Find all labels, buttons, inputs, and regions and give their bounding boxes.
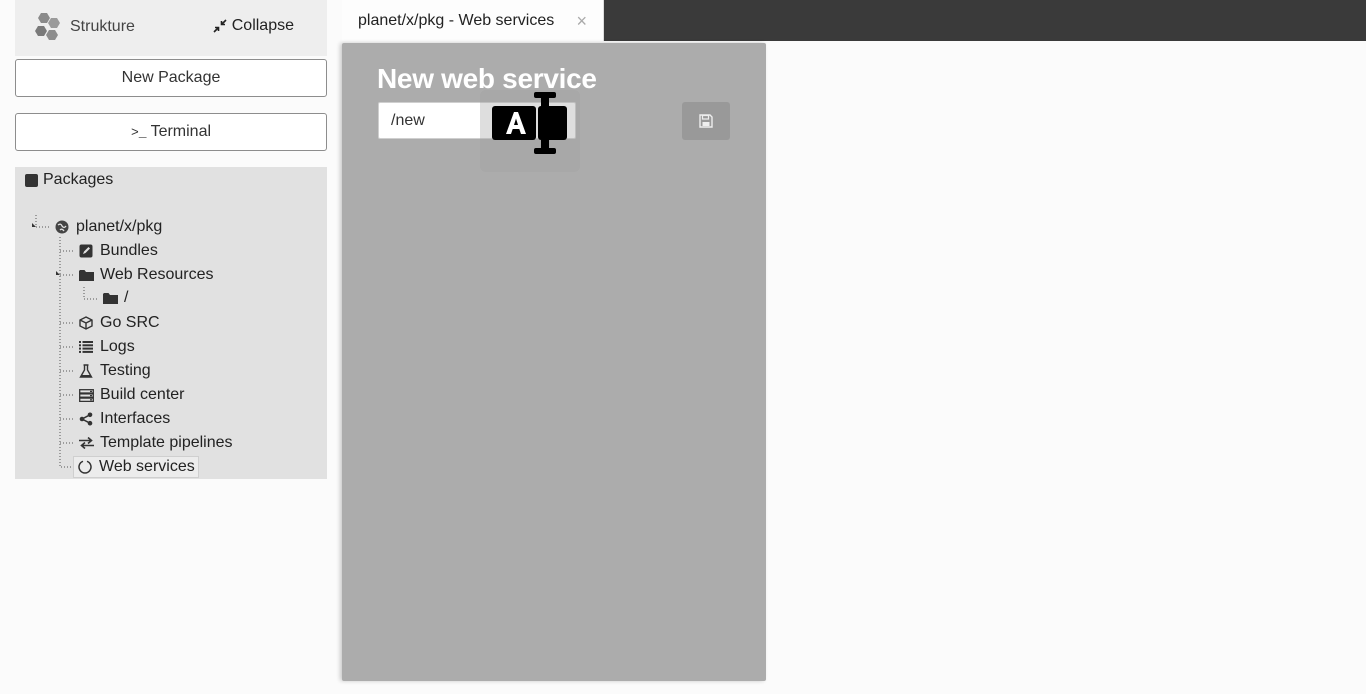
tree-node-template-pipelines-label: Template pipelines — [100, 434, 233, 451]
list-icon — [78, 339, 94, 355]
close-icon[interactable]: × — [576, 12, 587, 30]
tree-node-web-root[interactable]: / — [102, 287, 128, 309]
terminal-label: Terminal — [150, 123, 212, 140]
edit-square-icon — [78, 243, 94, 259]
tree-node-interfaces-label: Interfaces — [100, 410, 171, 427]
collapse-label: Collapse — [231, 17, 294, 34]
save-button[interactable] — [682, 102, 730, 140]
server-icon — [78, 387, 94, 403]
sidebar-header: Strukture Collapse — [15, 0, 327, 56]
tree-node-go-src-label: Go SRC — [100, 314, 160, 331]
tab-label: planet/x/pkg - Web services — [358, 11, 555, 29]
text-cursor-icon — [492, 92, 567, 154]
circle-notch-icon — [77, 459, 93, 475]
sidebar: Strukture Collapse New Package >_ Termin… — [0, 0, 342, 694]
terminal-button[interactable]: >_ Terminal — [15, 113, 327, 151]
floppy-disk-icon — [699, 114, 713, 128]
tree-node-web-root-label: / — [124, 289, 129, 306]
terminal-icon: >_ — [130, 124, 147, 140]
tree-node-testing-label: Testing — [100, 362, 151, 379]
collapse-button[interactable]: Collapse — [213, 17, 294, 35]
hexagon-cluster-icon — [35, 13, 60, 40]
flask-icon — [78, 363, 94, 379]
tree-node-web-services-label: Web services — [99, 458, 195, 475]
tree-node-web-resources[interactable]: Web Resources — [78, 264, 214, 286]
globe-icon — [54, 219, 70, 235]
folder-icon — [102, 290, 118, 306]
exchange-arrows-icon — [78, 435, 94, 451]
folder-icon — [78, 267, 94, 283]
tree-node-root-label: planet/x/pkg — [76, 218, 163, 235]
tab-web-services[interactable]: planet/x/pkg - Web services × — [342, 0, 604, 41]
tree-node-build-center[interactable]: Build center — [78, 384, 185, 406]
tree-node-bundles-label: Bundles — [100, 242, 158, 259]
tree-node-go-src[interactable]: Go SRC — [78, 312, 160, 334]
brand-name: Strukture — [70, 18, 135, 35]
tree-node-logs-label: Logs — [100, 338, 135, 355]
tree-node-logs[interactable]: Logs — [78, 336, 135, 358]
tree-node-interfaces[interactable]: Interfaces — [78, 408, 170, 430]
tree-node-testing[interactable]: Testing — [78, 360, 151, 382]
cube-icon — [78, 315, 94, 331]
new-package-label: New Package — [121, 69, 221, 86]
share-icon — [78, 411, 94, 427]
tree-node-root[interactable]: planet/x/pkg — [54, 216, 162, 238]
tree-node-web-services[interactable]: Web services — [73, 456, 199, 478]
compress-arrows-icon — [213, 19, 227, 33]
tree-node-web-resources-label: Web Resources — [100, 266, 214, 283]
new-package-button[interactable]: New Package — [15, 59, 327, 97]
tab-bar: planet/x/pkg - Web services × — [342, 0, 1366, 41]
brand[interactable]: Strukture — [31, 10, 135, 44]
tree-node-bundles[interactable]: Bundles — [78, 240, 158, 262]
packages-panel: Packages planet/x/pkg Bundles Web Resour… — [15, 167, 327, 479]
tree-node-build-center-label: Build center — [100, 386, 185, 403]
tree-node-template-pipelines[interactable]: Template pipelines — [78, 432, 233, 454]
